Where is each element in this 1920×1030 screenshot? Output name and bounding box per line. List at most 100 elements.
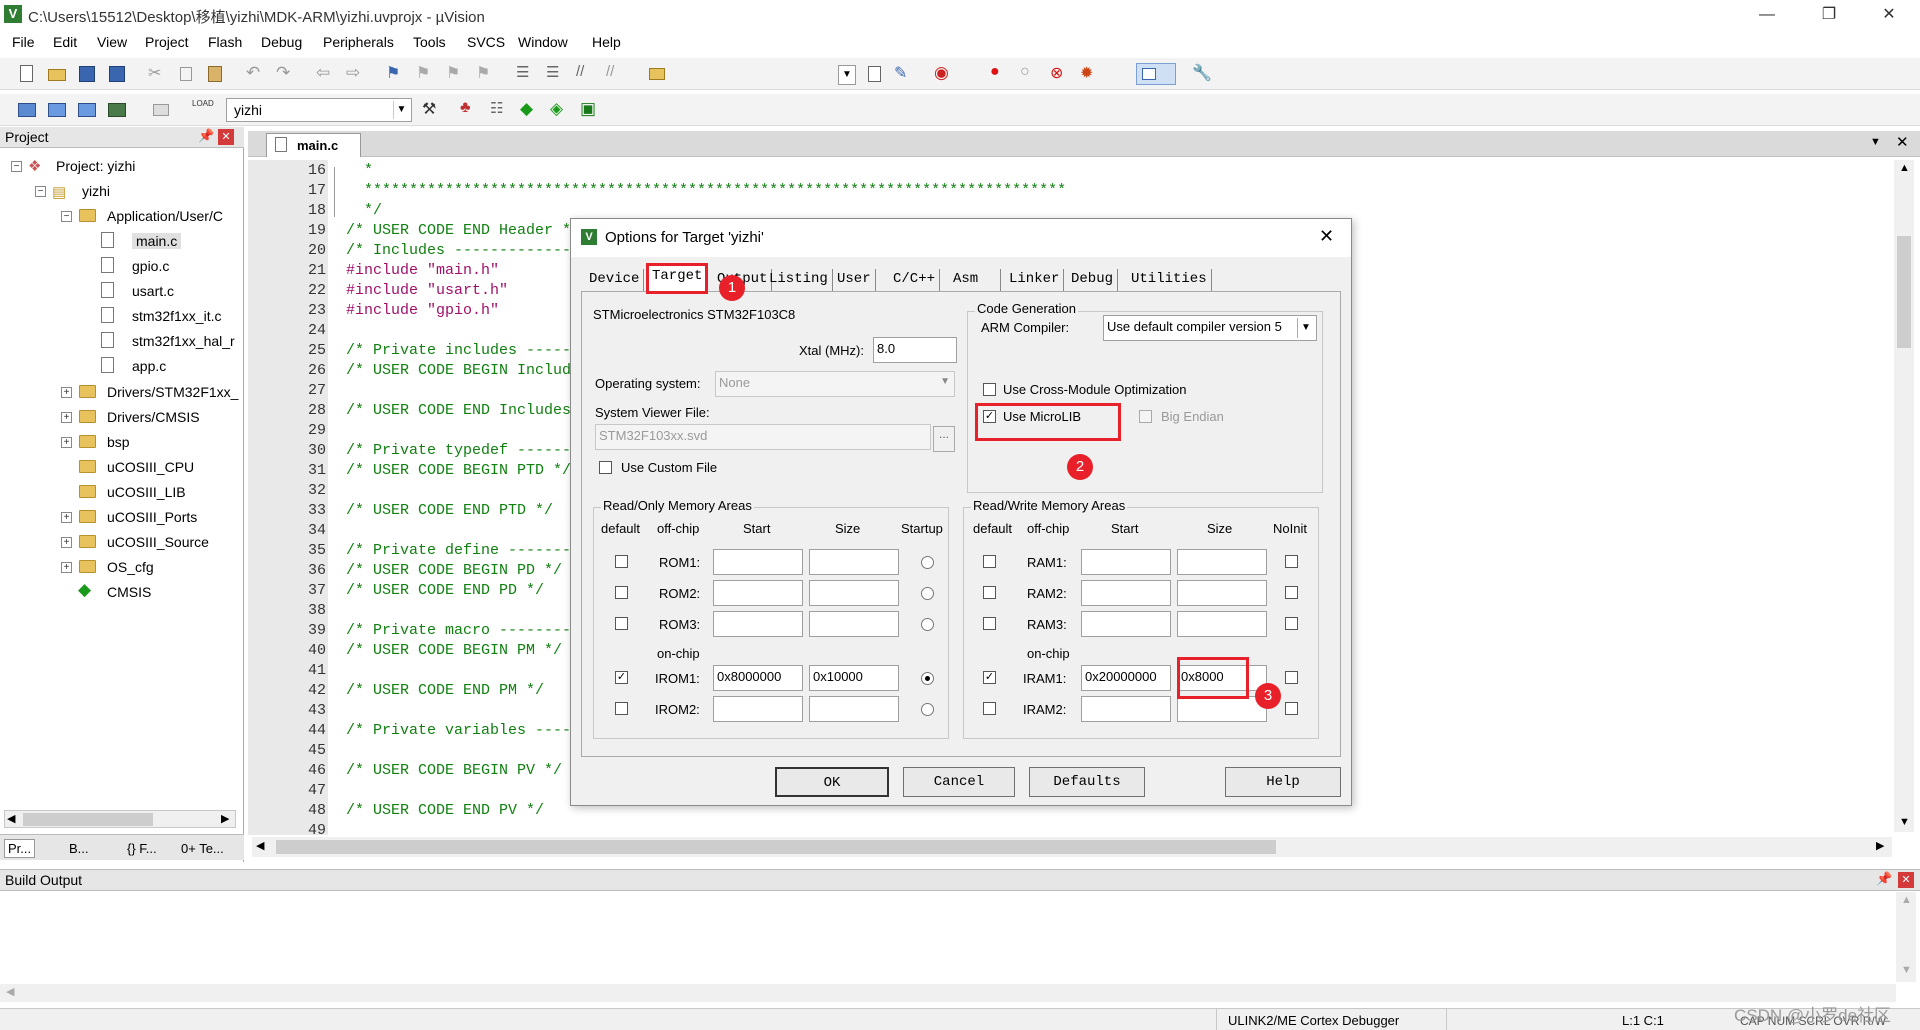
- ram1-noinit-checkbox[interactable]: [1285, 555, 1298, 568]
- group-application-user[interactable]: Application/User/C: [107, 208, 223, 224]
- ram1-start-input[interactable]: [1081, 549, 1171, 575]
- menu-tools[interactable]: Tools: [413, 34, 446, 50]
- find-in-files-icon[interactable]: [646, 63, 668, 85]
- tab-linker[interactable]: Linker: [1005, 269, 1065, 291]
- dialog-close-icon[interactable]: ✕: [1319, 226, 1334, 247]
- rom1-startup-radio[interactable]: [921, 556, 934, 569]
- os-select[interactable]: None ▼: [715, 371, 955, 397]
- irom2-default-checkbox[interactable]: [615, 702, 628, 715]
- component-cmsis[interactable]: CMSIS: [107, 584, 151, 600]
- pin-icon[interactable]: 📌: [198, 128, 214, 144]
- file-gpio-c[interactable]: gpio.c: [132, 258, 169, 274]
- target-options-icon[interactable]: ⚒: [422, 99, 444, 121]
- open-file-icon[interactable]: [46, 63, 68, 85]
- expand-icon[interactable]: +: [61, 537, 72, 548]
- target-select[interactable]: yizhi ▼: [226, 98, 412, 122]
- rom3-default-checkbox[interactable]: [615, 617, 628, 630]
- scroll-down-icon[interactable]: ▼: [1899, 816, 1910, 828]
- tab-main-c[interactable]: main.c: [266, 133, 361, 157]
- cancel-button[interactable]: Cancel: [903, 767, 1015, 797]
- ram2-default-checkbox[interactable]: [983, 586, 996, 599]
- ram2-noinit-checkbox[interactable]: [1285, 586, 1298, 599]
- scroll-up-icon[interactable]: ▲: [1899, 162, 1910, 174]
- expand-icon[interactable]: +: [61, 437, 72, 448]
- panel-close-icon[interactable]: ✕: [1898, 872, 1914, 888]
- irom1-startup-radio[interactable]: [921, 672, 934, 685]
- expand-icon[interactable]: +: [61, 387, 72, 398]
- build-icon[interactable]: [46, 99, 68, 121]
- editor-vscrollbar[interactable]: ▲ ▼: [1894, 160, 1914, 832]
- tab-list-chevron-down-icon[interactable]: ▼: [1870, 136, 1881, 148]
- kill-all-breakpoints-icon[interactable]: ✹: [1080, 63, 1102, 85]
- tab-listing[interactable]: Listing: [765, 269, 833, 291]
- menu-project[interactable]: Project: [145, 34, 189, 50]
- window-layout-icon[interactable]: [1136, 63, 1176, 85]
- rebuild-icon[interactable]: [76, 99, 98, 121]
- save-icon[interactable]: [76, 63, 98, 85]
- cut-icon[interactable]: ✂: [148, 63, 170, 85]
- indent-icon[interactable]: ☰: [516, 63, 538, 85]
- tab-asm[interactable]: Asm: [949, 269, 1001, 291]
- breakpoint-icon[interactable]: ●: [990, 63, 1012, 85]
- svd-input[interactable]: STM32F103xx.svd: [595, 424, 931, 450]
- rom2-startup-radio[interactable]: [921, 587, 934, 600]
- new-file-icon[interactable]: [16, 63, 38, 85]
- scroll-right-icon[interactable]: ▶: [1876, 839, 1884, 852]
- ok-button[interactable]: OK: [775, 767, 889, 797]
- file-extensions-icon[interactable]: ☷: [490, 99, 512, 121]
- menu-window[interactable]: Window: [518, 34, 568, 50]
- panel-close-icon[interactable]: ✕: [218, 129, 234, 145]
- iram1-noinit-checkbox[interactable]: [1285, 671, 1298, 684]
- collapse-icon[interactable]: −: [61, 211, 72, 222]
- select-software-packs-icon[interactable]: ◈: [550, 99, 572, 121]
- tab-templates[interactable]: 0+ Te...: [178, 840, 227, 857]
- group-drivers-cmsis[interactable]: Drivers/CMSIS: [107, 409, 200, 425]
- tab-project[interactable]: Pr...: [4, 839, 36, 858]
- rom3-startup-radio[interactable]: [921, 618, 934, 631]
- comment-icon[interactable]: //: [576, 63, 598, 85]
- group-os-cfg[interactable]: OS_cfg: [107, 559, 154, 575]
- tab-user[interactable]: User: [833, 269, 876, 291]
- file-stm32f1xx-hal[interactable]: stm32f1xx_hal_r: [132, 333, 235, 349]
- irom1-default-checkbox[interactable]: ✓: [615, 671, 628, 684]
- rom3-size-input[interactable]: [809, 611, 899, 637]
- ram3-size-input[interactable]: [1177, 611, 1267, 637]
- iram2-start-input[interactable]: [1081, 696, 1171, 722]
- ram3-noinit-checkbox[interactable]: [1285, 617, 1298, 630]
- save-all-icon[interactable]: [106, 63, 128, 85]
- ram2-size-input[interactable]: [1177, 580, 1267, 606]
- navigate-back-icon[interactable]: ⇦: [316, 63, 338, 85]
- navigate-forward-icon[interactable]: ⇨: [346, 63, 368, 85]
- editor-hscrollbar[interactable]: ◀ ▶: [252, 837, 1892, 857]
- collapse-icon[interactable]: −: [35, 186, 46, 197]
- scroll-thumb[interactable]: [276, 840, 1276, 854]
- scroll-left-icon[interactable]: ◀: [6, 985, 14, 998]
- scroll-thumb[interactable]: [23, 813, 153, 826]
- find-dropdown-chevron-icon[interactable]: ▼: [838, 65, 856, 85]
- big-endian-checkbox[interactable]: [1139, 410, 1152, 423]
- ram3-start-input[interactable]: [1081, 611, 1171, 637]
- scroll-up-icon[interactable]: ▲: [1901, 894, 1912, 906]
- iram2-default-checkbox[interactable]: [983, 702, 996, 715]
- group-ucosiii-lib[interactable]: uCOSIII_LIB: [107, 484, 186, 500]
- tab-c-cpp[interactable]: C/C++: [889, 269, 941, 291]
- project-root[interactable]: Project: yizhi: [56, 158, 135, 174]
- menu-peripherals[interactable]: Peripherals: [323, 34, 394, 50]
- build-output-area[interactable]: ▲ ▼ ◀: [0, 892, 1920, 1010]
- configure-icon[interactable]: 🔧: [1192, 63, 1214, 85]
- project-hscrollbar[interactable]: ◀ ▶: [4, 810, 236, 828]
- incremental-find-icon[interactable]: ✎: [894, 63, 916, 85]
- rom1-start-input[interactable]: [713, 549, 803, 575]
- irom2-startup-radio[interactable]: [921, 703, 934, 716]
- pack-installer-icon[interactable]: ◆: [520, 99, 542, 121]
- group-ucosiii-source[interactable]: uCOSIII_Source: [107, 534, 209, 550]
- scroll-right-icon[interactable]: ▶: [221, 812, 229, 825]
- rom1-default-checkbox[interactable]: [615, 555, 628, 568]
- menu-edit[interactable]: Edit: [53, 34, 77, 50]
- copy-icon[interactable]: [176, 63, 198, 85]
- irom2-size-input[interactable]: [809, 696, 899, 722]
- scroll-left-icon[interactable]: ◀: [256, 839, 264, 852]
- use-custom-file-checkbox[interactable]: [599, 461, 612, 474]
- minimize-button[interactable]: —: [1744, 0, 1790, 30]
- expand-icon[interactable]: +: [61, 562, 72, 573]
